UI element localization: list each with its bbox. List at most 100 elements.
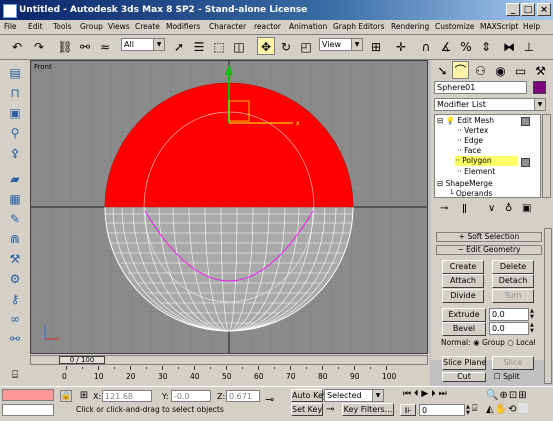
selection-filter-dropdown[interactable]: All ▼	[121, 38, 165, 51]
pivot-center-icon[interactable]: ⊞	[367, 37, 385, 55]
stack-item-operands[interactable]: └ Operands	[449, 189, 492, 197]
unlink-icon[interactable]: ⚯	[76, 37, 94, 55]
stack-item-element[interactable]: ·· Element	[457, 167, 495, 176]
go-to-end-icon[interactable]: ⏭	[439, 389, 447, 399]
bone-icon[interactable]: ⚯	[5, 330, 25, 348]
close-button[interactable]: ×	[537, 3, 551, 16]
gear-icon[interactable]: ⚙	[5, 270, 25, 288]
undo-icon[interactable]: ↶	[8, 37, 26, 55]
bevel-amount-field[interactable]: 0.0	[489, 322, 529, 335]
attach-button[interactable]: Attach	[442, 274, 484, 288]
rectangular-selection-icon[interactable]: ⬚	[210, 37, 228, 55]
pan-icon[interactable]: ✋	[495, 404, 508, 415]
menu-reactor[interactable]: reactor	[254, 22, 281, 31]
menu-customize[interactable]: Customize	[435, 22, 474, 31]
stack-item-edge[interactable]: ·· Edge	[457, 136, 483, 145]
maxscript-input[interactable]	[2, 404, 54, 416]
zoom-extents-all-icon[interactable]: ⊞	[518, 390, 527, 401]
viewport-front[interactable]: x Front	[30, 60, 428, 354]
maximize-viewport-icon[interactable]: ⬜	[518, 404, 531, 415]
wrench-icon[interactable]: ⚒	[5, 250, 25, 268]
slice-plane-button[interactable]: Slice Plane	[442, 356, 486, 370]
window-crossing-icon[interactable]: ◫	[230, 37, 248, 55]
pin-stack-icon[interactable]: ⊸	[440, 203, 448, 214]
zoom-icon[interactable]: 🔍	[486, 390, 499, 401]
make-unique-icon[interactable]: ∨	[488, 203, 495, 214]
absolute-mode-icon[interactable]: ⊞	[78, 390, 90, 402]
light-icon[interactable]: ⚲	[5, 124, 25, 142]
select-object-icon[interactable]: ➚	[170, 37, 188, 55]
helper-icon[interactable]: ⚴	[5, 144, 25, 162]
object-name-field[interactable]: Sphere01	[434, 81, 527, 94]
bevel-button[interactable]: Bevel	[442, 322, 486, 336]
angle-snap-icon[interactable]: ∡	[437, 37, 455, 55]
zoom-extents-icon[interactable]: ⊡	[509, 390, 518, 401]
menu-graph-editors[interactable]: Graph Editors	[333, 22, 385, 31]
normal-local-radio[interactable]: ○ Local	[507, 338, 535, 347]
stack-toggle-icon[interactable]	[521, 117, 530, 126]
hierarchy-tab-icon[interactable]: ⚇	[472, 61, 489, 79]
create-button[interactable]: Create	[442, 260, 484, 274]
set-key-button[interactable]: Set Key	[291, 403, 323, 416]
spinner-snap-icon[interactable]: ⇕	[477, 37, 495, 55]
cut-button[interactable]: Cut	[442, 372, 486, 382]
select-and-move-icon[interactable]: ✥	[257, 37, 275, 55]
divide-button[interactable]: Divide	[442, 289, 484, 303]
show-end-result-icon[interactable]: ǁ	[462, 203, 467, 214]
x-coord-field[interactable]: 121.68	[102, 390, 152, 402]
selection-lock-icon[interactable]: 🔒	[60, 390, 72, 402]
menu-modifiers[interactable]: Modifiers	[166, 22, 200, 31]
snap-toggle-icon[interactable]: ∩	[417, 37, 435, 55]
stack-item-polygon[interactable]: ·· Polygon	[455, 156, 518, 166]
box-icon[interactable]: ▣	[5, 104, 25, 122]
stack-item-vertex[interactable]: ·· Vertex	[457, 126, 488, 135]
delete-button[interactable]: Delete	[492, 260, 534, 274]
key-mode-dropdown[interactable]: Selected ▼	[324, 389, 384, 402]
modify-tab-icon[interactable]: ⌒	[452, 61, 469, 79]
y-coord-field[interactable]: -0.0	[171, 390, 211, 402]
stack-toggle-icon[interactable]	[521, 158, 530, 167]
motion-tab-icon[interactable]: ◉	[492, 61, 509, 79]
previous-frame-icon[interactable]: ⏴	[414, 389, 419, 399]
edit-geometry-rollout[interactable]: − Edit Geometry	[436, 245, 542, 255]
time-slider-thumb[interactable]: 0 / 100	[59, 356, 105, 364]
cylinder-icon[interactable]: ⊓	[5, 84, 25, 102]
reference-coord-dropdown[interactable]: View ▼	[319, 38, 363, 51]
stack-item-face[interactable]: ·· Face	[457, 146, 481, 155]
lock-icon[interactable]: ⚷	[5, 290, 25, 308]
play-icon[interactable]: ▶	[421, 389, 428, 399]
redo-icon[interactable]: ↷	[30, 37, 48, 55]
menu-help[interactable]: Help	[523, 22, 540, 31]
next-frame-icon[interactable]: ⏵	[431, 389, 436, 399]
modifier-list-dropdown[interactable]: Modifier List ▼	[434, 98, 546, 111]
zoom-all-icon[interactable]: ⊕	[499, 390, 508, 401]
camera-icon[interactable]: ▰	[5, 170, 25, 188]
select-and-scale-icon[interactable]: ◰	[297, 37, 315, 55]
menu-rendering[interactable]: Rendering	[391, 22, 429, 31]
z-coord-field[interactable]: 0.671	[226, 390, 260, 402]
current-frame-field[interactable]: 0	[419, 404, 465, 416]
menu-maxscript[interactable]: MAXScript	[480, 22, 519, 31]
key-mode-toggle-icon[interactable]: ⊪	[400, 404, 416, 416]
time-slider-track[interactable]: 0 / 100	[30, 355, 428, 365]
mini-curve-editor-icon[interactable]: ⌸	[4, 368, 26, 382]
arc-rotate-icon[interactable]: ⟲	[508, 404, 517, 415]
soft-selection-rollout[interactable]: + Soft Selection	[436, 232, 542, 242]
menu-views[interactable]: Views	[108, 22, 130, 31]
space-warp-icon[interactable]: ▦	[5, 190, 25, 208]
link-icon[interactable]: ∞	[5, 310, 25, 328]
command-panel-scrollbar[interactable]	[544, 228, 552, 384]
menu-file[interactable]: File	[4, 22, 17, 31]
mirror-icon[interactable]: ⧓	[500, 37, 518, 55]
menu-animation[interactable]: Animation	[289, 22, 327, 31]
extrude-spinner-icon[interactable]: ▲ ▼	[530, 308, 536, 321]
select-by-name-icon[interactable]: ☰	[190, 37, 208, 55]
align-icon[interactable]: ⊥	[520, 37, 538, 55]
bind-space-warp-icon[interactable]: ≈	[96, 37, 114, 55]
turn-button[interactable]: Turn	[492, 289, 534, 303]
detach-button[interactable]: Detach	[492, 274, 534, 288]
menu-edit[interactable]: Edit	[28, 22, 43, 31]
stack-item-edit-mesh[interactable]: ⊟ 💡 Edit Mesh	[437, 116, 494, 125]
menu-tools[interactable]: Tools	[53, 22, 71, 31]
select-and-link-icon[interactable]: ⛓	[56, 37, 74, 55]
